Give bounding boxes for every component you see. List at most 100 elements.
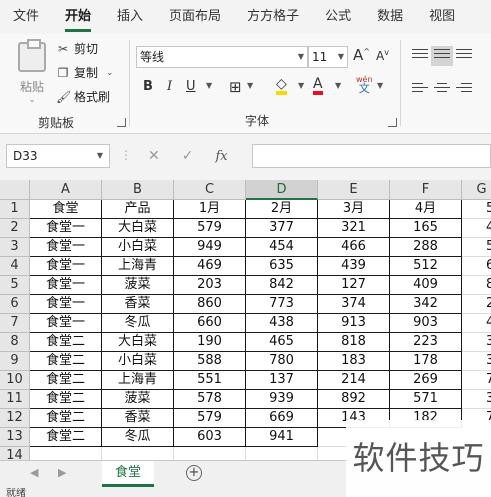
row-header[interactable]: 5 (0, 276, 30, 295)
italic-button[interactable]: I (167, 79, 172, 94)
cell-g7[interactable]: 4 (462, 314, 491, 333)
font-launcher-icon[interactable] (388, 118, 397, 127)
cell-b11[interactable]: 菠菜 (102, 390, 174, 409)
cell-e10[interactable]: 214 (318, 371, 390, 390)
drag-handle-icon[interactable]: ⋮ (120, 148, 132, 162)
bold-button[interactable]: B (143, 79, 153, 94)
cell-g2[interactable]: 4 (462, 219, 491, 238)
cell-e2[interactable]: 321 (318, 219, 390, 238)
fill-color-icon[interactable]: ◇ (276, 77, 287, 95)
cell-c2[interactable]: 579 (174, 219, 246, 238)
cell-e8[interactable]: 818 (318, 333, 390, 352)
prev-sheet-icon[interactable]: ◀ (30, 466, 38, 479)
column-header-d[interactable]: D (246, 180, 318, 200)
column-header-g[interactable]: G (462, 180, 491, 200)
phonetic-guide-icon[interactable]: wén 文 (356, 75, 373, 94)
tab-insert[interactable]: 插入 (104, 0, 156, 34)
cell-a6[interactable]: 食堂一 (30, 295, 102, 314)
paste-button[interactable]: 粘贴 ⌄ (12, 39, 52, 116)
cell-a3[interactable]: 食堂一 (30, 238, 102, 257)
cell-e4[interactable]: 439 (318, 257, 390, 276)
chevron-down-icon[interactable]: ▼ (206, 81, 212, 90)
select-all-corner[interactable] (0, 180, 30, 200)
cell-d5[interactable]: 842 (246, 276, 318, 295)
borders-icon[interactable]: ⊞ (229, 78, 242, 96)
cell-a8[interactable]: 食堂二 (30, 333, 102, 352)
cell-c7[interactable]: 660 (174, 314, 246, 333)
cell-d11[interactable]: 939 (246, 390, 318, 409)
row-header[interactable]: 11 (0, 390, 30, 409)
cell-e11[interactable]: 892 (318, 390, 390, 409)
cell-g3[interactable]: 5 (462, 238, 491, 257)
cell-a9[interactable]: 食堂二 (30, 352, 102, 371)
cell-b12[interactable]: 香菜 (102, 409, 174, 428)
tab-fangfang-grid[interactable]: 方方格子 (234, 0, 312, 34)
clipboard-launcher-icon[interactable] (117, 118, 126, 127)
chevron-down-icon[interactable]: ▼ (247, 81, 253, 90)
cell-f4[interactable]: 512 (390, 257, 462, 276)
formula-input[interactable] (252, 144, 491, 168)
cell-a11[interactable]: 食堂二 (30, 390, 102, 409)
name-box[interactable]: D33 ▼ (6, 144, 110, 168)
align-bottom-icon[interactable] (453, 46, 475, 66)
cell-a13[interactable]: 食堂二 (30, 428, 102, 447)
cell-g5[interactable]: 8 (462, 276, 491, 295)
cell-f1[interactable]: 4月 (390, 200, 462, 219)
cell-c10[interactable]: 551 (174, 371, 246, 390)
cell-a4[interactable]: 食堂一 (30, 257, 102, 276)
cell-b3[interactable]: 小白菜 (102, 238, 174, 257)
row-header[interactable]: 9 (0, 352, 30, 371)
cell-g11[interactable]: 3 (462, 390, 491, 409)
cell-c8[interactable]: 190 (174, 333, 246, 352)
cell-f6[interactable]: 342 (390, 295, 462, 314)
tab-formulas[interactable]: 公式 (312, 0, 364, 34)
cell-d4[interactable]: 635 (246, 257, 318, 276)
cell-a7[interactable]: 食堂一 (30, 314, 102, 333)
align-middle-icon[interactable] (431, 46, 453, 66)
row-header[interactable]: 10 (0, 371, 30, 390)
align-left-icon[interactable] (409, 80, 431, 100)
align-center-icon[interactable] (431, 80, 453, 100)
tab-page-layout[interactable]: 页面布局 (156, 0, 234, 34)
row-header[interactable]: 2 (0, 219, 30, 238)
cell-d13[interactable]: 941 (246, 428, 318, 447)
cell-b7[interactable]: 冬瓜 (102, 314, 174, 333)
add-sheet-icon[interactable]: + (186, 465, 202, 481)
cell-c5[interactable]: 203 (174, 276, 246, 295)
enter-icon[interactable]: ✓ (182, 148, 194, 164)
cell-d6[interactable]: 773 (246, 295, 318, 314)
cell-b4[interactable]: 上海青 (102, 257, 174, 276)
cell-g8[interactable]: 3 (462, 333, 491, 352)
cell-a2[interactable]: 食堂一 (30, 219, 102, 238)
cell-d8[interactable]: 465 (246, 333, 318, 352)
cell-g9[interactable]: 3 (462, 352, 491, 371)
cell-e7[interactable]: 913 (318, 314, 390, 333)
row-header[interactable]: 4 (0, 257, 30, 276)
cell-b6[interactable]: 香菜 (102, 295, 174, 314)
cell-d9[interactable]: 780 (246, 352, 318, 371)
column-header-a[interactable]: A (30, 180, 102, 200)
align-top-icon[interactable] (409, 46, 431, 66)
tab-home[interactable]: 开始 (52, 0, 104, 34)
cell-f5[interactable]: 409 (390, 276, 462, 295)
cell-d10[interactable]: 137 (246, 371, 318, 390)
font-size-select[interactable]: 11 ▼ (308, 46, 348, 68)
cell-b10[interactable]: 上海青 (102, 371, 174, 390)
cell-e9[interactable]: 183 (318, 352, 390, 371)
cell-d3[interactable]: 454 (246, 238, 318, 257)
tab-data[interactable]: 数据 (364, 0, 416, 34)
font-family-select[interactable]: 等线 ▼ (136, 46, 308, 68)
chevron-down-icon[interactable]: ▼ (377, 81, 383, 90)
cell-f9[interactable]: 178 (390, 352, 462, 371)
underline-button[interactable]: U (186, 79, 196, 94)
copy-button[interactable]: ❐ 复制 ⌄ (56, 64, 114, 81)
cell-e5[interactable]: 127 (318, 276, 390, 295)
cell-g6[interactable]: 2 (462, 295, 491, 314)
row-header[interactable]: 1 (0, 200, 30, 219)
cell-g4[interactable]: 6 (462, 257, 491, 276)
chevron-down-icon[interactable]: ▼ (335, 81, 341, 90)
cell-b8[interactable]: 大白菜 (102, 333, 174, 352)
cell-b9[interactable]: 小白菜 (102, 352, 174, 371)
cell-b1[interactable]: 产品 (102, 200, 174, 219)
cell-c6[interactable]: 860 (174, 295, 246, 314)
